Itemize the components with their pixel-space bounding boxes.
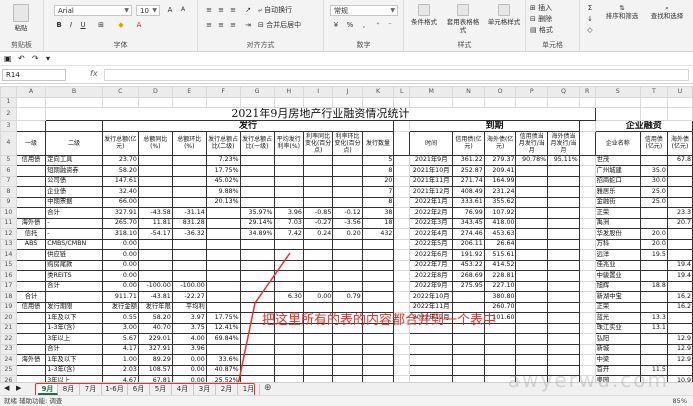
- zoom-level[interactable]: 85%: [673, 396, 687, 406]
- status-bar: 就绪 辅助功能: 调查 85%: [0, 395, 693, 406]
- annotation-arrow: [237, 252, 291, 386]
- status-text: 就绪 辅助功能: 调查: [4, 397, 63, 405]
- watermark: awyerwu.com: [507, 368, 669, 392]
- tab-next-icon[interactable]: ▶: [16, 384, 21, 392]
- tab-prev-icon[interactable]: ◀: [4, 384, 9, 392]
- add-sheet-icon[interactable]: ⊕: [264, 383, 272, 393]
